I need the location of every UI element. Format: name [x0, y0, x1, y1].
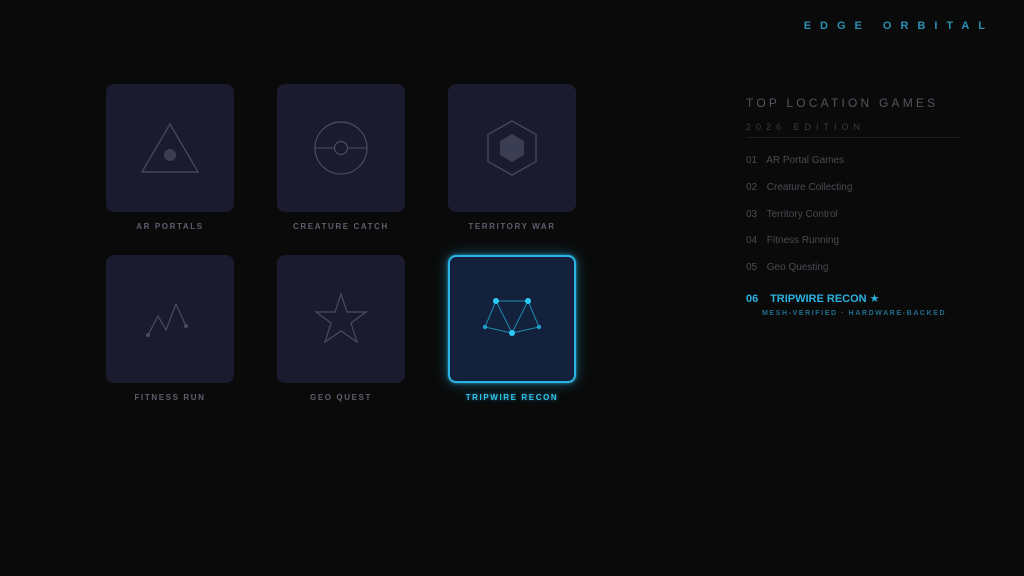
main-screen: EDGE ORBITAL AR PORTALS CREATURE CATCH T… [0, 0, 1024, 576]
featured-note: MESH-VERIFIED · HARDWARE-BACKED [762, 309, 947, 317]
tile-label: FITNESS RUN [134, 393, 206, 402]
rank-item[interactable]: 04 Fitness Running [746, 228, 966, 255]
tile-label: GEO QUEST [310, 393, 372, 402]
rank-name: Territory Control [766, 208, 838, 220]
tile-label-selected: TRIPWIRE RECON [465, 393, 559, 402]
rank-number: 04 [746, 235, 758, 247]
rank-number: 01 [746, 155, 758, 166]
tile-label: TERRITORY WAR [468, 222, 556, 231]
rank-number: 03 [746, 208, 758, 220]
tile-card[interactable] [106, 255, 234, 383]
star-icon [314, 292, 368, 344]
game-tile-fitness-run[interactable]: FITNESS RUN [106, 255, 236, 402]
tile-card[interactable] [106, 84, 234, 212]
rank-name: TRIPWIRE RECON ★ [770, 292, 880, 305]
rank-item-featured[interactable]: 06 TRIPWIRE RECON ★ [746, 286, 966, 312]
game-grid: AR PORTALS CREATURE CATCH TERRITORY WAR … [106, 84, 578, 414]
panel-title: TOP LOCATION GAMES [746, 96, 939, 110]
game-tile-geo-quest[interactable]: GEO QUEST [277, 255, 407, 402]
tile-card[interactable] [277, 84, 405, 212]
rank-name: Fitness Running [766, 235, 840, 247]
rank-name: Creature Collecting [766, 181, 853, 193]
game-tile-creature-catch[interactable]: CREATURE CATCH [277, 84, 407, 231]
tile-label: CREATURE CATCH [293, 222, 389, 231]
rank-item[interactable]: 03 Territory Control [746, 202, 966, 229]
rank-number: 06 [746, 292, 759, 305]
rank-item[interactable]: 02 Creature Collecting [746, 175, 966, 202]
tile-card[interactable] [448, 84, 576, 212]
ranking-panel: TOP LOCATION GAMES 2026 EDITION 01 AR Po… [746, 96, 966, 317]
game-tile-ar-portals[interactable]: AR PORTALS [106, 84, 236, 231]
mesh-network-icon [482, 298, 542, 336]
game-tile-territory-war[interactable]: TERRITORY WAR [448, 84, 578, 231]
tile-card[interactable] [277, 255, 405, 383]
rank-name: Geo Questing [766, 262, 829, 274]
brand-logo: EDGE ORBITAL [803, 20, 994, 32]
rank-number: 05 [746, 262, 758, 274]
tile-label: AR PORTALS [136, 222, 204, 231]
run-route-icon [146, 302, 188, 337]
rank-number: 02 [746, 181, 758, 193]
rank-list: 01 AR Portal Games 02 Creature Collectin… [746, 148, 966, 317]
rank-item[interactable]: 05 Geo Questing [746, 255, 966, 282]
panel-subtitle: 2026 EDITION [746, 122, 866, 132]
tile-card-selected[interactable] [448, 255, 576, 383]
game-tile-tripwire-recon[interactable]: TRIPWIRE RECON [448, 255, 578, 402]
hexagon-icon [487, 120, 537, 176]
panel-divider [746, 137, 960, 138]
rank-name: AR Portal Games [766, 155, 845, 166]
capture-orb-icon [314, 121, 368, 175]
triangle-portal-icon [140, 122, 200, 173]
rank-item[interactable]: 01 AR Portal Games [746, 148, 966, 175]
